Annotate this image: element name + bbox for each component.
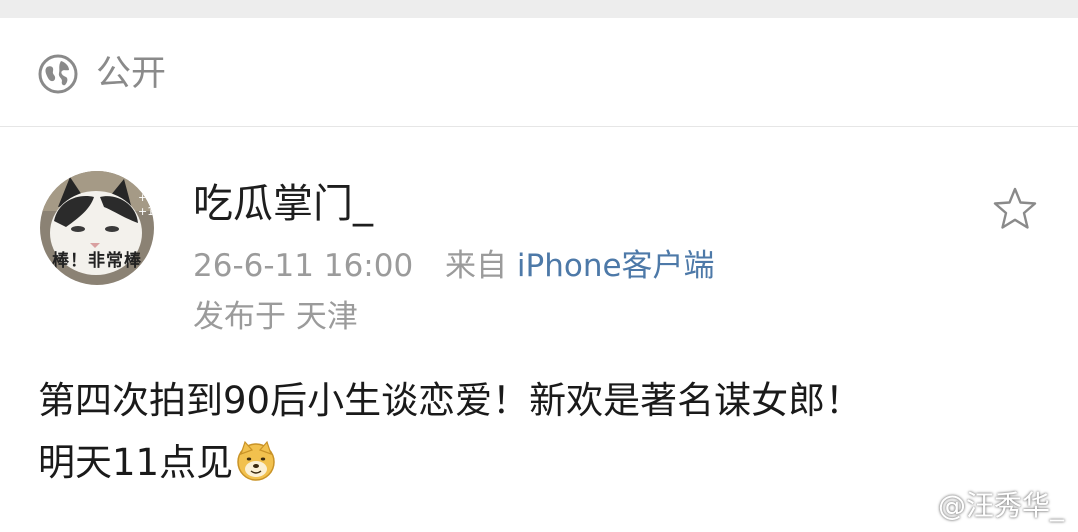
avatar-caption: 棒！非常棒 — [52, 251, 142, 271]
location: 天津 — [295, 299, 358, 335]
post-text: 第四次拍到90后小生谈恋爱！新欢是著名谋女郎！ 明天11点见 — [38, 370, 1048, 494]
location-prefix: 发布于 — [193, 299, 286, 335]
source-app-link[interactable]: iPhone客户端 — [517, 248, 715, 284]
globe-icon — [38, 54, 78, 94]
username[interactable]: 吃瓜掌门_ — [193, 180, 373, 228]
watermark-text: @汪秀华_ — [937, 489, 1064, 522]
source-prefix: 来自 — [445, 248, 508, 284]
timestamp: 26-6-11 16:00 — [193, 248, 414, 284]
svg-text:+1: +1 — [138, 205, 154, 218]
post-text-line1: 第四次拍到90后小生谈恋爱！新欢是著名谋女郎！ — [38, 379, 863, 422]
avatar[interactable]: + +1 棒！非常棒 — [40, 171, 154, 285]
visibility-row[interactable]: 公开 — [0, 18, 1078, 127]
post-location: 发布于 天津 — [193, 297, 358, 337]
visibility-label: 公开 — [96, 54, 167, 94]
post-meta: 26-6-11 16:00 来自 iPhone客户端 — [193, 246, 715, 286]
top-strip — [0, 0, 1078, 18]
svg-text:+: + — [138, 191, 147, 204]
post-text-line2-text: 明天11点见 — [38, 441, 234, 484]
star-icon[interactable] — [990, 184, 1040, 234]
watermark: @汪秀华_ — [889, 484, 1064, 524]
weibo-logo-icon — [890, 494, 926, 520]
doge-emoji — [237, 440, 275, 481]
